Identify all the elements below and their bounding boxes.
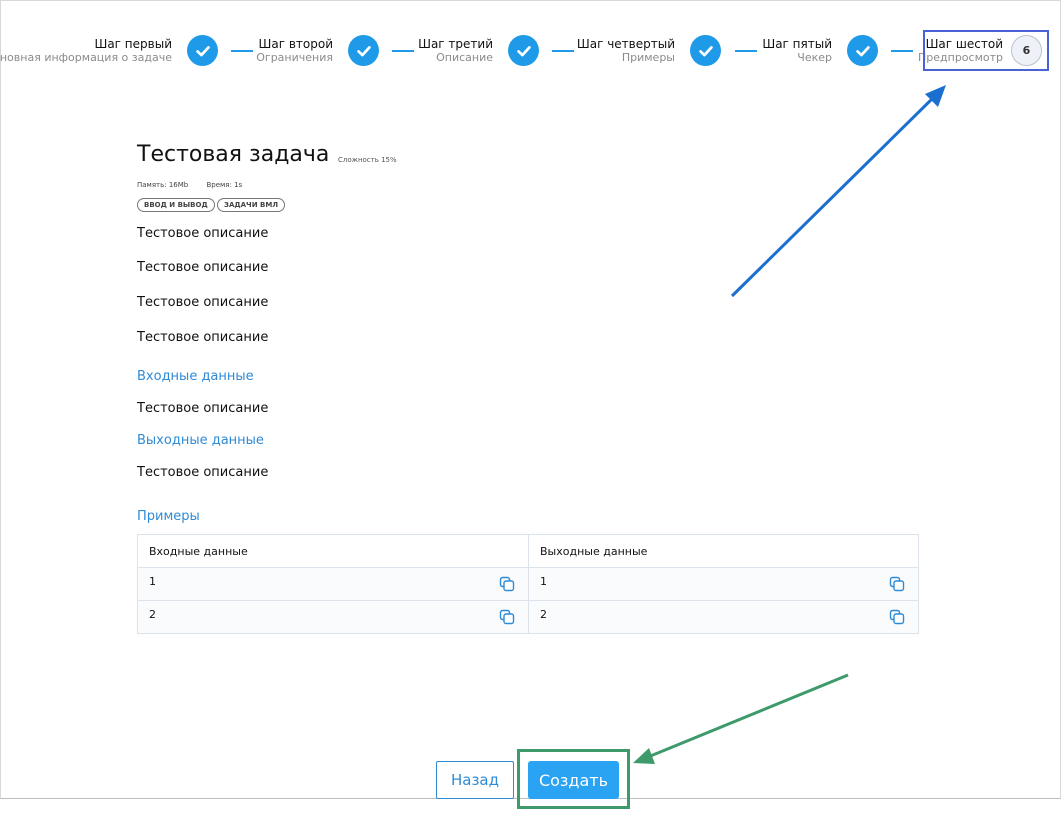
cell-value: 1	[540, 575, 547, 588]
step-connector	[231, 50, 253, 52]
description-paragraph: Тестовое описание	[137, 330, 269, 345]
step-subtitle: Описание	[436, 51, 493, 64]
check-icon	[508, 35, 539, 66]
tag-badge: ВВОД И ВЫВОД	[137, 198, 215, 212]
highlight-box-create	[517, 749, 630, 809]
step-title: Шаг третий	[418, 37, 493, 51]
input-heading: Входные данные	[137, 369, 254, 384]
step-subtitle: Ограничения	[256, 51, 333, 64]
copy-icon[interactable]	[889, 576, 905, 592]
step-5[interactable]: Шаг пятый Чекер	[762, 34, 878, 74]
column-header: Выходные данные	[528, 534, 919, 568]
table-cell: 2	[528, 600, 919, 634]
check-icon	[847, 35, 878, 66]
task-difficulty: Сложность 15%	[338, 156, 397, 164]
copy-icon[interactable]	[499, 609, 515, 625]
check-icon	[690, 35, 721, 66]
step-1[interactable]: Шаг первый Основная информация о задаче	[0, 34, 218, 74]
description-paragraph: Тестовое описание	[137, 226, 269, 241]
page-frame	[0, 0, 1061, 799]
cell-value: 1	[149, 575, 156, 588]
table-cell: 1	[137, 567, 529, 601]
description-paragraph: Тестовое описание	[137, 295, 269, 310]
time-limit: Время: 1s	[206, 181, 243, 189]
copy-icon[interactable]	[889, 609, 905, 625]
table-header-row: Входные данные Выходные данные	[137, 534, 919, 568]
tag-badge: ЗАДАЧИ ВМЛ	[217, 198, 286, 212]
table-cell: 2	[137, 600, 529, 634]
copy-icon[interactable]	[499, 576, 515, 592]
step-3[interactable]: Шаг третий Описание	[418, 34, 539, 74]
output-text: Тестовое описание	[137, 465, 269, 480]
memory-limit: Память: 16Mb	[137, 181, 189, 189]
task-title: Тестовая задача	[137, 142, 330, 167]
step-title: Шаг второй	[258, 37, 333, 51]
step-subtitle: Чекер	[797, 51, 832, 64]
step-title: Шаг первый	[94, 37, 173, 51]
check-icon	[348, 35, 379, 66]
step-connector	[735, 50, 757, 52]
highlight-box-step	[923, 30, 1049, 71]
back-button[interactable]: Назад	[436, 761, 514, 799]
step-subtitle: Примеры	[621, 51, 675, 64]
table-row: 1 1	[137, 567, 919, 601]
step-2[interactable]: Шаг второй Ограничения	[256, 34, 379, 74]
cell-value: 2	[540, 608, 547, 621]
step-subtitle: Основная информация о задаче	[0, 51, 172, 64]
input-text: Тестовое описание	[137, 401, 269, 416]
step-connector	[552, 50, 574, 52]
table-cell: 1	[528, 567, 919, 601]
cell-value: 2	[149, 608, 156, 621]
description-paragraph: Тестовое описание	[137, 260, 269, 275]
examples-heading: Примеры	[137, 509, 200, 524]
step-title: Шаг четвертый	[576, 37, 675, 51]
table-row: 2 2	[137, 600, 919, 634]
step-title: Шаг пятый	[762, 37, 832, 51]
check-icon	[187, 35, 218, 66]
output-heading: Выходные данные	[137, 433, 264, 448]
step-connector	[891, 50, 913, 52]
step-connector	[392, 50, 414, 52]
step-4[interactable]: Шаг четвертый Примеры	[576, 34, 721, 74]
examples-table: Входные данные Выходные данные 1 1 2 2	[137, 534, 919, 634]
column-header: Входные данные	[137, 534, 529, 568]
task-meta: Память: 16Mb Время: 1s	[137, 181, 258, 189]
